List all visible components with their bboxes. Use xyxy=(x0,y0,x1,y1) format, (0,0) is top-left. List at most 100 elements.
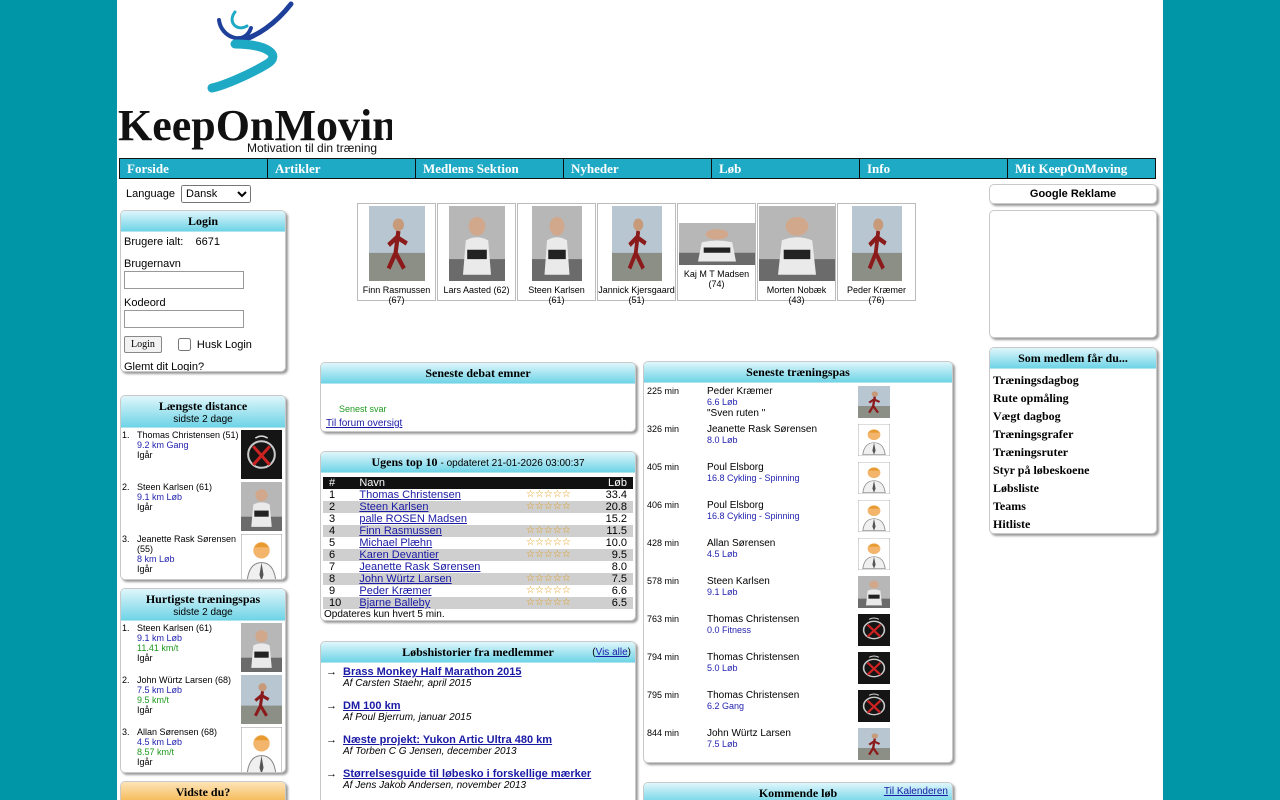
nav-mit-keeponmoving[interactable]: Mit KeepOnMoving xyxy=(1008,159,1155,178)
top10-km: 6.6 xyxy=(611,585,627,597)
nav-nyheder[interactable]: Nyheder xyxy=(564,159,711,178)
training-minutes: 405 min xyxy=(647,462,680,472)
member-photo[interactable] xyxy=(758,206,835,281)
rating-stars-icon: ☆☆☆☆☆ xyxy=(519,501,592,513)
gallery-member[interactable]: Finn Rasmussen (67) xyxy=(357,203,436,305)
training-detail: 16.8 Cykling - Spinning xyxy=(707,473,800,483)
training-member-avatar[interactable] xyxy=(857,461,891,495)
training-member-name[interactable]: Thomas Christensen xyxy=(707,652,799,663)
member-avatar[interactable] xyxy=(240,726,283,773)
top10-rank: 1 xyxy=(329,489,336,501)
nav-forside[interactable]: Forside xyxy=(120,159,267,178)
benefit-item[interactable]: Vægt dagbog xyxy=(990,407,1156,425)
member-photo[interactable] xyxy=(531,206,582,281)
top10-note: Opdateres kun hvert 5 min. xyxy=(324,609,445,620)
member-avatar[interactable] xyxy=(241,623,282,672)
upcoming-races-title: Kommende løb Til Kalenderen xyxy=(644,783,952,800)
training-member-name[interactable]: Thomas Christensen xyxy=(707,690,799,701)
benefit-item[interactable]: Hitliste xyxy=(990,515,1156,533)
story-title-link[interactable]: Størrelsesguide til løbesko i forskellig… xyxy=(343,768,591,780)
training-member-name[interactable]: Peder Kræmer xyxy=(707,386,773,397)
gallery-member[interactable]: Lars Aasted (62) xyxy=(437,203,516,301)
member-photo[interactable] xyxy=(611,206,662,281)
training-member-name[interactable]: Allan Sørensen xyxy=(707,538,775,549)
password-input[interactable] xyxy=(124,310,244,328)
training-member-name[interactable]: Poul Elsborg xyxy=(707,462,800,473)
top10-km: 8.0 xyxy=(611,561,627,573)
member-avatar[interactable] xyxy=(240,533,283,580)
benefit-item[interactable]: Træningsdagbog xyxy=(990,371,1156,389)
gallery-member[interactable]: Jannick Kjersgaard (51) xyxy=(597,203,676,305)
top10-member-link[interactable]: Michael Plæhn xyxy=(359,537,432,549)
training-member-name[interactable]: Steen Karlsen xyxy=(707,576,770,587)
calendar-link[interactable]: Til Kalenderen xyxy=(884,786,948,797)
benefit-item[interactable]: Styr på løbeskoene xyxy=(990,461,1156,479)
training-member-avatar[interactable] xyxy=(858,576,890,608)
password-label: Kodeord xyxy=(124,297,166,309)
gallery-member-name: Morten Nobæk xyxy=(766,285,827,295)
training-minutes: 326 min xyxy=(647,424,680,434)
training-member-name[interactable]: Poul Elsborg xyxy=(707,500,800,511)
training-member-avatar[interactable] xyxy=(857,423,891,457)
top10-member-link[interactable]: John Würtz Larsen xyxy=(359,573,451,585)
benefit-item[interactable]: Træningsgrafer xyxy=(990,425,1156,443)
top10-member-link[interactable]: Finn Rasmussen xyxy=(359,525,442,537)
benefit-item[interactable]: Rute opmåling xyxy=(990,389,1156,407)
story-title-link[interactable]: Næste projekt: Yukon Artic Ultra 480 km xyxy=(343,734,552,746)
training-member-name[interactable]: Thomas Christensen xyxy=(707,614,799,625)
top10-member-link[interactable]: Steen Karlsen xyxy=(359,501,428,513)
fastest-training-row: 3. Allan Sørensen (68) 4.5 km Løb 8.57 km/t… xyxy=(121,725,285,773)
member-photo[interactable] xyxy=(851,206,902,281)
benefit-item[interactable]: Teams xyxy=(990,497,1156,515)
training-member-avatar[interactable] xyxy=(858,386,890,418)
top10-rank: 7 xyxy=(329,561,336,573)
member-avatar[interactable] xyxy=(241,675,282,724)
gallery-member[interactable]: Peder Kræmer (76) xyxy=(837,203,916,305)
gallery-member[interactable]: Morten Nobæk (43) xyxy=(757,203,836,305)
training-row: 763 min Thomas Christensen 0.0 Fitness xyxy=(644,611,952,649)
forgot-login-link[interactable]: Glemt dit Login? xyxy=(124,361,282,371)
training-member-avatar[interactable] xyxy=(858,652,890,684)
training-member-avatar[interactable] xyxy=(858,690,890,722)
training-member-avatar[interactable] xyxy=(858,728,890,760)
top10-member-link[interactable]: palle ROSEN Madsen xyxy=(359,513,467,525)
did-you-know-title: Vidste du? xyxy=(121,782,285,800)
training-member-name[interactable]: John Würtz Larsen xyxy=(707,728,791,739)
top10-member-link[interactable]: Peder Kræmer xyxy=(359,585,431,597)
training-member-avatar[interactable] xyxy=(858,614,890,646)
nav-artikler[interactable]: Artikler xyxy=(268,159,415,178)
nav-info[interactable]: Info xyxy=(860,159,1007,178)
top10-member-link[interactable]: Bjarne Balleby xyxy=(359,597,430,609)
nav-medlems-sektion[interactable]: Medlems Sektion xyxy=(416,159,563,178)
gallery-member[interactable]: Kaj M T Madsen (74) xyxy=(677,203,756,301)
login-button[interactable]: Login xyxy=(124,336,162,353)
top10-rank: 6 xyxy=(323,549,354,561)
benefit-item[interactable]: Træningsruter xyxy=(990,443,1156,461)
training-member-name[interactable]: Jeanette Rask Sørensen xyxy=(707,424,817,435)
gallery-member[interactable]: Steen Karlsen (61) xyxy=(517,203,596,305)
member-photo[interactable] xyxy=(368,206,425,281)
site-logo[interactable]: KeepOnMoving Motivation til din træning xyxy=(117,0,419,156)
member-photo[interactable] xyxy=(448,206,505,281)
top10-member-link[interactable]: Karen Devantier xyxy=(359,549,439,561)
benefit-item[interactable]: Løbsliste xyxy=(990,479,1156,497)
remember-login-checkbox[interactable] xyxy=(177,338,191,351)
member-avatar[interactable] xyxy=(241,482,282,531)
top10-row: 5 Michael Plæhn ☆☆☆☆☆ 10.0 xyxy=(323,537,633,549)
username-input[interactable] xyxy=(124,271,244,289)
training-member-avatar[interactable] xyxy=(857,499,891,533)
top10-member-link[interactable]: Thomas Christensen xyxy=(359,489,461,501)
training-note: "Sven ruten " xyxy=(707,408,766,419)
forum-overview-link[interactable]: Til forum oversigt xyxy=(321,414,635,429)
story-title-link[interactable]: Brass Monkey Half Marathon 2015 xyxy=(343,666,522,678)
language-select[interactable]: Dansk xyxy=(181,185,252,203)
top10-member-link[interactable]: Jeanette Rask Sørensen xyxy=(359,561,480,573)
nav-lob[interactable]: Løb xyxy=(712,159,859,178)
longest-distance-row: 3. Jeanette Rask Sørensen (55) 8 km Løb Igå… xyxy=(121,532,285,580)
stories-show-all-link[interactable]: Vis alle xyxy=(596,647,628,658)
member-avatar[interactable] xyxy=(241,430,282,479)
member-photo[interactable] xyxy=(678,222,755,265)
training-member-avatar[interactable] xyxy=(857,537,891,571)
story-title-link[interactable]: DM 100 km xyxy=(343,700,400,712)
google-ads-title-box: Google Reklame xyxy=(989,184,1157,204)
